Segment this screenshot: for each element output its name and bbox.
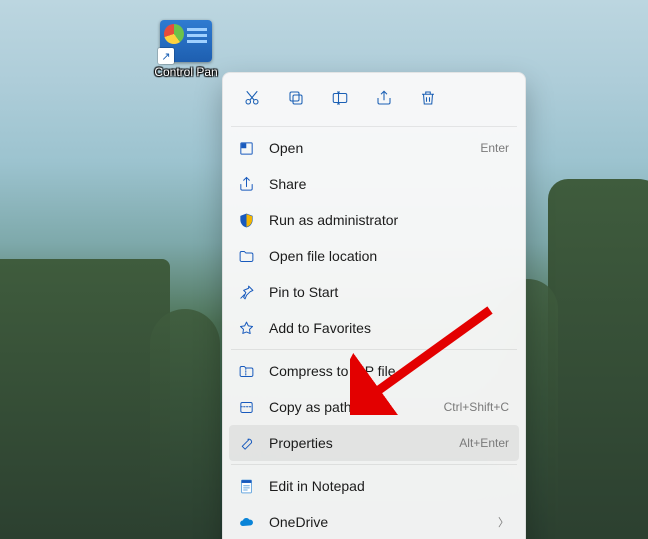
menu-separator xyxy=(231,126,517,127)
menu-item-pin-start[interactable]: Pin to Start xyxy=(229,274,519,310)
menu-item-properties[interactable]: Properties Alt+Enter xyxy=(229,425,519,461)
desktop-background[interactable]: ↗ Control Pan xyxy=(0,0,648,539)
context-menu: Open Enter Share Run as administrator Op… xyxy=(222,72,526,539)
menu-item-add-favorites[interactable]: Add to Favorites xyxy=(229,310,519,346)
menu-label: Share xyxy=(269,176,509,192)
copy-button[interactable] xyxy=(277,81,315,117)
quick-actions-row xyxy=(229,79,519,123)
onedrive-icon xyxy=(237,513,255,531)
share-button[interactable] xyxy=(365,81,403,117)
share-icon xyxy=(237,175,255,193)
menu-item-share[interactable]: Share xyxy=(229,166,519,202)
copy-icon xyxy=(287,89,305,110)
menu-item-open[interactable]: Open Enter xyxy=(229,130,519,166)
pin-icon xyxy=(237,283,255,301)
menu-label: Open xyxy=(269,140,466,156)
desktop-icon-label: Control Pan xyxy=(148,66,224,79)
menu-label: Compress to ZIP file xyxy=(269,363,509,379)
open-icon xyxy=(237,139,255,157)
star-icon xyxy=(237,319,255,337)
desktop-icon-control-panel[interactable]: ↗ Control Pan xyxy=(148,20,224,79)
menu-shortcut: Enter xyxy=(480,141,509,155)
cut-button[interactable] xyxy=(233,81,271,117)
delete-button[interactable] xyxy=(409,81,447,117)
menu-label: Edit in Notepad xyxy=(269,478,509,494)
rename-button[interactable] xyxy=(321,81,359,117)
menu-item-compress-zip[interactable]: Compress to ZIP file xyxy=(229,353,519,389)
menu-item-open-location[interactable]: Open file location xyxy=(229,238,519,274)
menu-label: Open file location xyxy=(269,248,509,264)
menu-shortcut: Ctrl+Shift+C xyxy=(444,400,509,414)
menu-item-copy-path[interactable]: Copy as path Ctrl+Shift+C xyxy=(229,389,519,425)
menu-item-edit-notepad[interactable]: Edit in Notepad xyxy=(229,468,519,504)
menu-separator xyxy=(231,464,517,465)
menu-label: Copy as path xyxy=(269,399,430,415)
menu-label: Run as administrator xyxy=(269,212,509,228)
control-panel-icon: ↗ xyxy=(160,20,212,62)
menu-label: Pin to Start xyxy=(269,284,509,300)
cut-icon xyxy=(243,89,261,110)
folder-icon xyxy=(237,247,255,265)
menu-item-onedrive[interactable]: OneDrive 〉 xyxy=(229,504,519,539)
menu-item-run-admin[interactable]: Run as administrator xyxy=(229,202,519,238)
delete-icon xyxy=(419,89,437,110)
share-action-icon xyxy=(375,89,393,110)
shield-icon xyxy=(237,211,255,229)
menu-label: Add to Favorites xyxy=(269,320,509,336)
copy-path-icon xyxy=(237,398,255,416)
menu-shortcut: Alt+Enter xyxy=(459,436,509,450)
shortcut-arrow-icon: ↗ xyxy=(158,48,174,64)
menu-label: Properties xyxy=(269,435,445,451)
menu-separator xyxy=(231,349,517,350)
chevron-right-icon: 〉 xyxy=(498,514,509,530)
notepad-icon xyxy=(237,477,255,495)
zip-icon xyxy=(237,362,255,380)
wrench-icon xyxy=(237,434,255,452)
menu-label: OneDrive xyxy=(269,514,484,530)
rename-icon xyxy=(331,89,349,110)
